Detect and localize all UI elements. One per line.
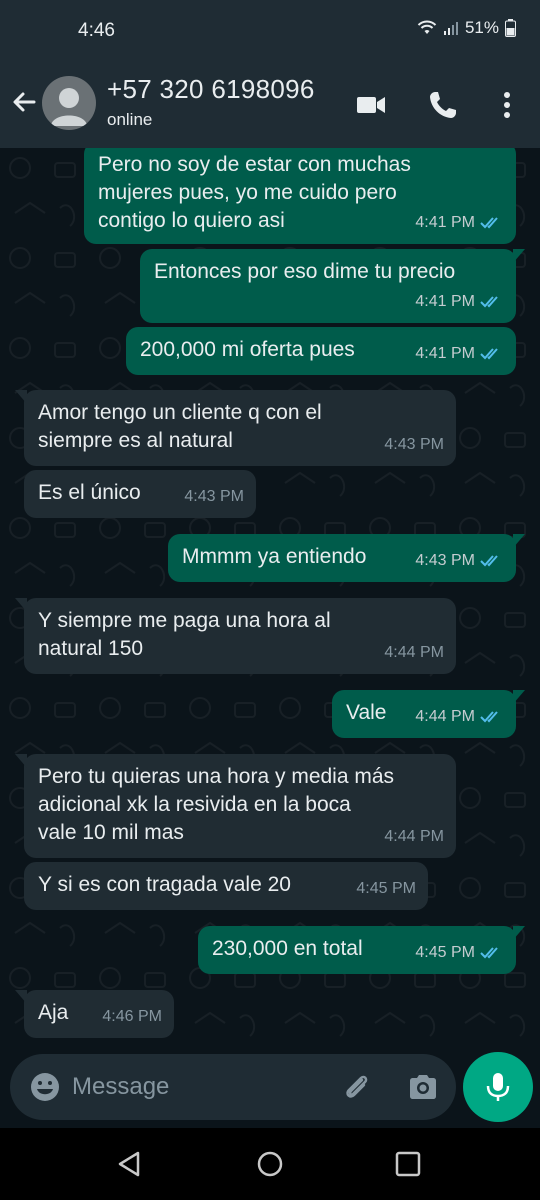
message-time: 4:43 PM: [415, 552, 475, 569]
message-time: 4:46 PM: [102, 1008, 162, 1025]
message-time: 4:41 PM: [415, 214, 475, 231]
message-time: 4:41 PM: [415, 293, 475, 310]
bubble-tail: [15, 754, 27, 768]
message-time: 4:44 PM: [384, 828, 444, 845]
message-time: 4:45 PM: [415, 944, 475, 961]
message-composer: [10, 1054, 456, 1120]
bubble-tail: [513, 690, 525, 704]
outgoing-message[interactable]: Vale 4:44 PM: [332, 690, 525, 738]
incoming-message[interactable]: Amor tengo un cliente q con el siempre e…: [15, 390, 456, 466]
message-meta: 4:45 PM: [356, 875, 416, 903]
message-meta: 4:44 PM: [384, 823, 444, 851]
incoming-message[interactable]: Y si es con tragada vale 20 4:45 PM: [24, 862, 428, 910]
incoming-message[interactable]: Es el único 4:43 PM: [24, 470, 256, 518]
message-meta: 4:44 PM: [415, 703, 504, 731]
chat-header: +57 320 6198096 online: [0, 58, 540, 148]
read-receipt-icon: [480, 711, 498, 723]
battery-percent: 51%: [464, 18, 499, 37]
phone-icon[interactable]: [426, 88, 460, 122]
bubble-tail: [15, 390, 27, 404]
message-text: Entonces por eso dime tu precio: [154, 260, 456, 283]
read-receipt-icon: [480, 348, 498, 360]
avatar[interactable]: [42, 76, 96, 130]
outgoing-message[interactable]: Pero no soy de estar con muchas mujeres …: [84, 148, 516, 244]
emoji-icon[interactable]: [28, 1070, 62, 1104]
signal-icon: [443, 22, 458, 35]
message-time: 4:41 PM: [415, 345, 475, 362]
message-text: Amor tengo un cliente q con el siempre e…: [38, 401, 322, 452]
incoming-message[interactable]: Aja 4:46 PM: [15, 990, 174, 1038]
contact-name[interactable]: +57 320 6198096: [107, 74, 315, 105]
microphone-icon: [486, 1073, 510, 1101]
message-meta: 4:46 PM: [102, 1003, 162, 1031]
bubble-tail: [15, 990, 27, 1004]
read-receipt-icon: [480, 947, 498, 959]
status-indicators: 51%: [417, 18, 516, 38]
message-input[interactable]: [72, 1068, 322, 1106]
message-time: 4:43 PM: [184, 488, 244, 505]
nav-back-icon[interactable]: [114, 1148, 146, 1180]
message-list[interactable]: Pero no soy de estar con muchas mujeres …: [0, 148, 540, 1053]
message-meta: 4:43 PM: [184, 483, 244, 511]
incoming-message[interactable]: Pero tu quieras una hora y media más adi…: [15, 754, 456, 858]
paperclip-icon[interactable]: [340, 1070, 374, 1104]
wifi-icon: [417, 20, 437, 34]
contact-status: online: [107, 110, 153, 129]
bubble-tail: [513, 926, 525, 940]
nav-home-icon[interactable]: [254, 1148, 286, 1180]
outgoing-message[interactable]: Mmmm ya entiendo 4:43 PM: [168, 534, 525, 582]
message-meta: 4:41 PM: [415, 288, 504, 316]
message-time: 4:43 PM: [384, 436, 444, 453]
message-time: 4:44 PM: [415, 708, 475, 725]
message-meta: 4:45 PM: [415, 939, 504, 967]
read-receipt-icon: [480, 555, 498, 567]
outgoing-message[interactable]: 230,000 en total 4:45 PM: [198, 926, 525, 974]
outgoing-message[interactable]: 200,000 mi oferta pues 4:41 PM: [126, 327, 516, 375]
incoming-message[interactable]: Y siempre me paga una hora al natural 15…: [15, 598, 456, 674]
battery-icon: [505, 19, 516, 37]
system-nav-bar: [0, 1128, 540, 1200]
message-meta: 4:41 PM: [415, 340, 504, 368]
status-bar: 4:46 51%: [0, 0, 540, 58]
message-time: 4:44 PM: [384, 644, 444, 661]
nav-recents-icon[interactable]: [392, 1148, 424, 1180]
whatsapp-chat-screen: 4:46 51% +57 320 6198096 online Pero no …: [0, 0, 540, 1200]
default-avatar-icon: [51, 88, 87, 126]
camera-icon[interactable]: [406, 1070, 440, 1104]
message-meta: 4:44 PM: [384, 639, 444, 667]
more-vert-icon[interactable]: [490, 88, 524, 122]
arrow-left-icon[interactable]: [8, 86, 40, 118]
message-meta: 4:43 PM: [384, 431, 444, 459]
bubble-tail: [513, 249, 525, 263]
read-receipt-icon: [480, 296, 498, 308]
message-meta: 4:41 PM: [415, 209, 504, 237]
video-call-icon[interactable]: [354, 88, 388, 122]
message-time: 4:45 PM: [356, 880, 416, 897]
bubble-tail: [15, 598, 27, 612]
voice-message-button[interactable]: [463, 1052, 533, 1122]
message-meta: 4:43 PM: [415, 547, 504, 575]
message-text: Pero tu quieras una hora y media más adi…: [38, 765, 395, 844]
outgoing-message[interactable]: Entonces por eso dime tu precio 4:41 PM: [140, 249, 525, 323]
read-receipt-icon: [480, 217, 498, 229]
status-time: 4:46: [78, 20, 115, 41]
bubble-tail: [513, 534, 525, 548]
message-text: Y siempre me paga una hora al natural 15…: [38, 609, 331, 660]
